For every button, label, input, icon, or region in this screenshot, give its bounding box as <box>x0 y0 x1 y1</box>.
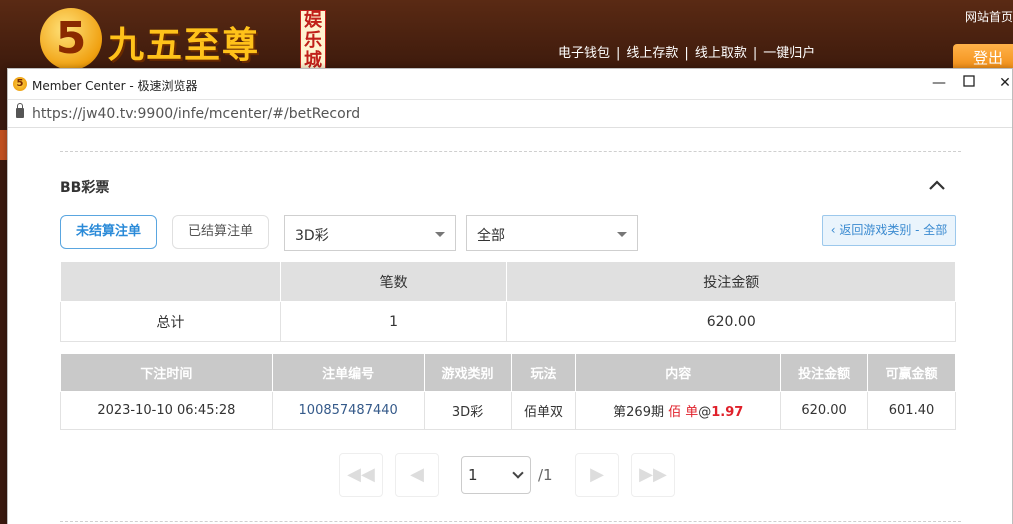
title-bar: 5 Member Center - 极速浏览器 — ✕ <box>8 69 1012 100</box>
summary-header-amount: 投注金额 <box>506 261 956 302</box>
maximize-icon[interactable] <box>958 75 980 91</box>
content-odds-prefix: @ <box>698 405 712 420</box>
next-page-icon[interactable]: ▶ <box>575 453 619 497</box>
cell-bet-amount: 620.00 <box>780 391 869 430</box>
section-title: BB彩票 <box>60 180 110 196</box>
first-page-icon[interactable]: ◀◀ <box>339 453 383 497</box>
address-bar[interactable]: https://jw40.tv:9900/infe/mcenter/#/betR… <box>8 100 1012 128</box>
cell-play: 佰单双 <box>510 391 577 430</box>
content-odds: 1.97 <box>711 405 744 420</box>
divider <box>60 151 961 152</box>
chevron-down-icon <box>512 467 524 479</box>
table-row: 2023-10-10 06:45:28 100857487440 3D彩 佰单双… <box>60 391 956 430</box>
minimize-icon[interactable]: — <box>928 75 950 91</box>
summary-table: 笔数 投注金额 总计 1 620.00 <box>60 261 956 342</box>
background-strip <box>0 130 7 160</box>
page-select-value: 1 <box>468 466 478 484</box>
content-pick: 佰 单 <box>668 405 699 420</box>
site-logo-tag: 娱乐城 <box>300 10 326 71</box>
game-select[interactable]: 3D彩 <box>284 215 456 251</box>
last-page-icon[interactable]: ▶▶ <box>631 453 675 497</box>
home-link[interactable]: 网站首页 <box>965 8 1013 25</box>
back-to-category-button[interactable]: ‹ 返回游戏类别 - 全部 <box>822 215 956 246</box>
top-links: 电子钱包 | 线上存款 | 线上取款 | 一键归户 <box>558 46 816 61</box>
link-deposit[interactable]: 线上存款 <box>626 46 678 61</box>
tab-unsettled[interactable]: 未结算注单 <box>60 215 157 249</box>
summary-header-label <box>60 261 281 302</box>
page-total: /1 <box>538 466 553 484</box>
summary-header-count: 笔数 <box>279 261 508 302</box>
close-icon[interactable]: ✕ <box>994 75 1013 91</box>
bet-record-page: BB彩票 未结算注单 已结算注单 3D彩 全部 ‹ 返回游戏类别 - 全部 笔数… <box>8 129 1012 524</box>
detail-header-row: 下注时间 注单编号 游戏类别 玩法 内容 投注金额 可赢金额 <box>60 353 956 392</box>
link-withdraw[interactable]: 线上取款 <box>695 46 747 61</box>
cell-win-amount: 601.40 <box>867 391 956 430</box>
type-select[interactable]: 全部 <box>466 215 638 251</box>
header-bet-time: 下注时间 <box>60 353 273 392</box>
window-title: Member Center - 极速浏览器 <box>32 79 198 93</box>
divider <box>60 521 961 522</box>
browser-app-icon: 5 <box>13 77 27 91</box>
lock-icon <box>16 103 24 118</box>
header-bet-amount: 投注金额 <box>780 353 869 392</box>
summary-count: 1 <box>279 301 508 342</box>
content-period: 第269期 <box>613 405 664 420</box>
browser-window: 5 Member Center - 极速浏览器 — ✕ https://jw40… <box>7 68 1013 524</box>
page-select[interactable]: 1 <box>461 456 531 494</box>
caret-down-icon <box>435 232 445 237</box>
prev-page-icon[interactable]: ◀ <box>395 453 439 497</box>
site-logo-icon: 5 <box>40 8 102 70</box>
link-one-key-return[interactable]: 一键归户 <box>763 46 815 61</box>
chevron-up-icon[interactable] <box>926 174 948 196</box>
header-bet-no: 注单编号 <box>271 353 425 392</box>
summary-header-row: 笔数 投注金额 <box>60 261 956 302</box>
site-logo-text: 九五至尊 <box>108 24 261 66</box>
cell-bet-no[interactable]: 100857487440 <box>271 391 425 430</box>
cell-bet-time: 2023-10-10 06:45:28 <box>60 391 273 430</box>
game-select-value: 3D彩 <box>295 228 329 244</box>
bet-detail-table: 下注时间 注单编号 游戏类别 玩法 内容 投注金额 可赢金额 2023-10-1… <box>60 353 956 430</box>
summary-amount: 620.00 <box>506 301 956 342</box>
summary-row: 总计 1 620.00 <box>60 301 956 342</box>
site-header: 5 九五至尊 娱乐城 电子钱包 | 线上存款 | 线上取款 | 一键归户 网站首页 登出 <box>0 0 1013 72</box>
caret-down-icon <box>617 232 627 237</box>
url-text[interactable]: https://jw40.tv:9900/infe/mcenter/#/betR… <box>32 106 360 122</box>
type-select-value: 全部 <box>477 228 505 244</box>
header-win-amount: 可赢金额 <box>867 353 956 392</box>
link-e-wallet[interactable]: 电子钱包 <box>558 46 610 61</box>
header-game-type: 游戏类别 <box>423 353 512 392</box>
header-content: 内容 <box>575 353 782 392</box>
cell-game-type: 3D彩 <box>423 391 512 430</box>
tab-settled[interactable]: 已结算注单 <box>172 215 269 249</box>
header-play: 玩法 <box>510 353 577 392</box>
cell-content: 第269期 佰 单@1.97 <box>575 391 782 430</box>
summary-total-label: 总计 <box>60 301 281 342</box>
